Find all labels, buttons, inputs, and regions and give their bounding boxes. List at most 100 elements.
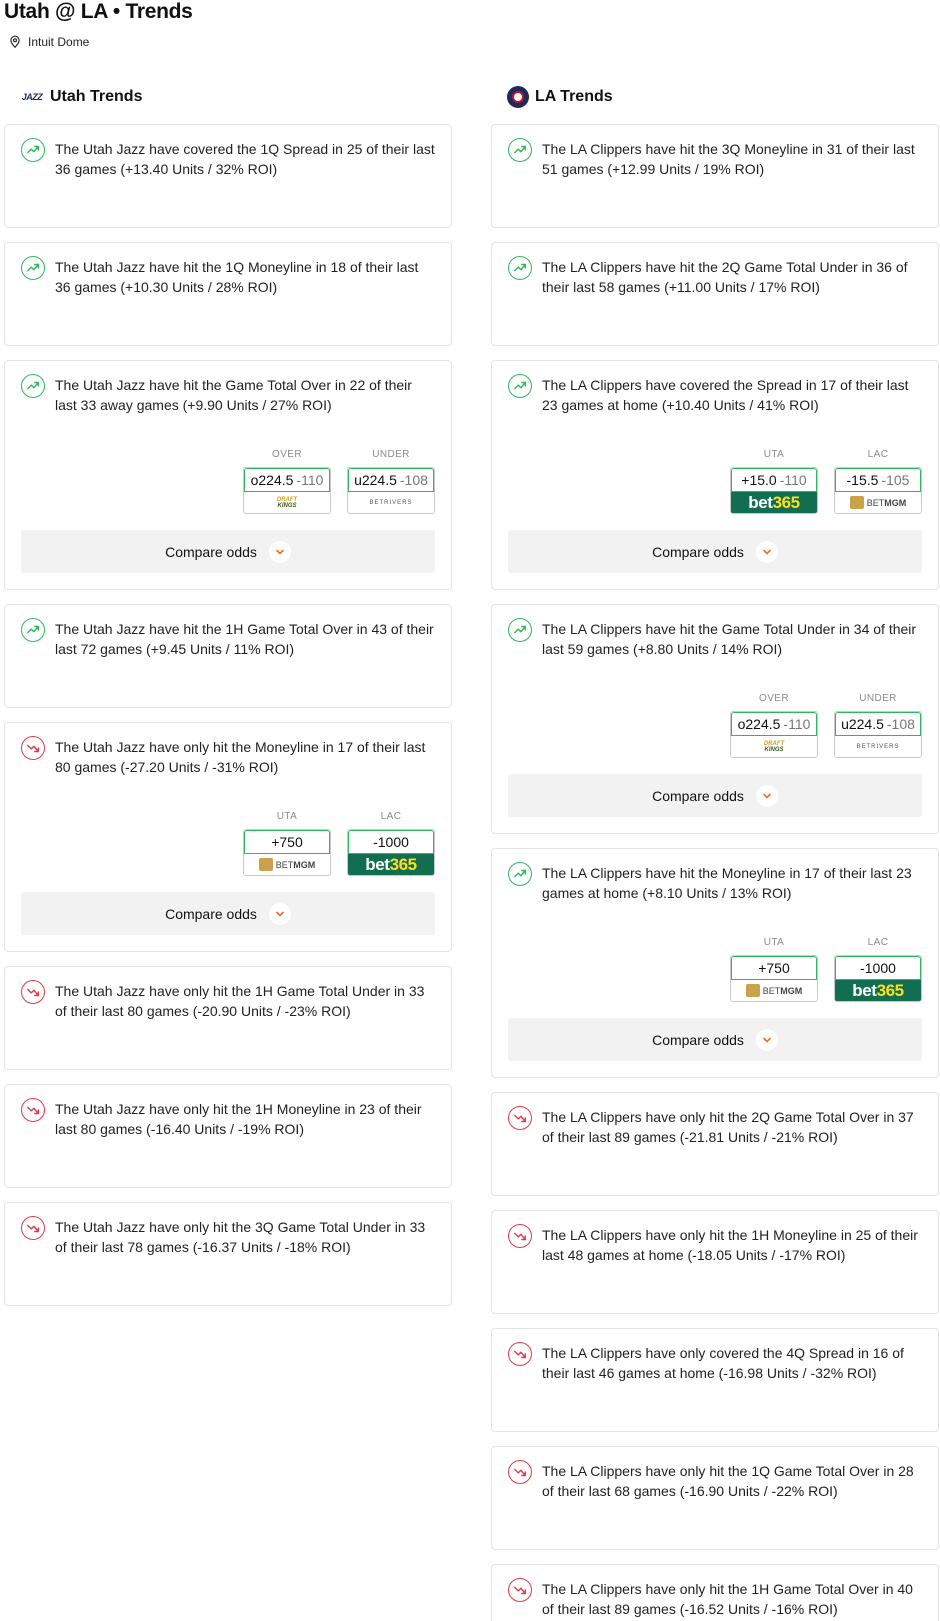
trend-down-icon bbox=[21, 736, 45, 760]
trend-text: The LA Clippers have hit the Moneyline i… bbox=[542, 865, 912, 901]
odds-line: u224.5 bbox=[841, 716, 884, 732]
trend-text: The LA Clippers have only hit the 1H Gam… bbox=[542, 1581, 913, 1617]
trend-row: The LA Clippers have hit the Game Total … bbox=[508, 618, 922, 659]
venue: Intuit Dome bbox=[8, 35, 89, 49]
chevron-down-icon bbox=[755, 784, 778, 807]
la-clippers-logo bbox=[507, 86, 529, 108]
odds-value: u224.5 -108 bbox=[835, 712, 921, 736]
odds-button[interactable]: o224.5 -110 DRAFT KINGS bbox=[730, 711, 818, 758]
la-trends-column: LA Trends The LA Clippers have hit the 3… bbox=[491, 84, 939, 1621]
trend-row: The Utah Jazz have hit the 1Q Moneyline … bbox=[21, 256, 435, 297]
chevron-down-icon bbox=[755, 540, 778, 563]
trend-card: The LA Clippers have only hit the 2Q Gam… bbox=[491, 1092, 939, 1196]
trend-text: The Utah Jazz have covered the 1Q Spread… bbox=[55, 141, 435, 177]
odds-price: -110 bbox=[783, 716, 811, 732]
odds-line: +15.0 bbox=[741, 472, 777, 488]
trend-down-icon bbox=[21, 1098, 45, 1122]
trend-down-icon bbox=[508, 1224, 532, 1248]
trend-card: The LA Clippers have only hit the 1H Mon… bbox=[491, 1210, 939, 1314]
odds-value: u224.5 -108 bbox=[348, 468, 434, 492]
trend-text: The Utah Jazz have hit the Game Total Ov… bbox=[55, 377, 412, 413]
compare-odds-button[interactable]: Compare odds bbox=[21, 530, 435, 573]
odds-area: UTA +15.0 -110 bet 365 LAC -15.5 -105 BETMGM bbox=[508, 449, 922, 514]
trend-text: The LA Clippers have only covered the 4Q… bbox=[542, 1345, 904, 1381]
trend-card: The Utah Jazz have hit the Game Total Ov… bbox=[4, 360, 452, 590]
odds-line: u224.5 bbox=[354, 472, 397, 488]
trend-up-icon bbox=[21, 374, 45, 398]
trend-card: The LA Clippers have only covered the 4Q… bbox=[491, 1328, 939, 1432]
odds-option: LAC -15.5 -105 BETMGM bbox=[834, 449, 922, 514]
odds-option: UTA +750 BETMGM bbox=[243, 811, 331, 876]
trend-down-icon bbox=[508, 1460, 532, 1484]
trend-text: The LA Clippers have hit the 2Q Game Tot… bbox=[542, 259, 908, 295]
odds-button[interactable]: -1000 bet 365 bbox=[347, 829, 435, 876]
odds-value: o224.5 -110 bbox=[731, 712, 817, 736]
trend-text: The Utah Jazz have hit the 1Q Moneyline … bbox=[55, 259, 419, 295]
sportsbook-logo: DRAFT KINGS bbox=[731, 736, 817, 757]
odds-label: UTA bbox=[763, 449, 785, 460]
trend-card: The LA Clippers have only hit the 1Q Gam… bbox=[491, 1446, 939, 1550]
trend-up-icon bbox=[21, 256, 45, 280]
trend-up-icon bbox=[21, 618, 45, 642]
sportsbook-logo: BETMGM bbox=[835, 492, 921, 513]
utah-trend-list: The Utah Jazz have covered the 1Q Spread… bbox=[4, 124, 452, 1306]
odds-button[interactable]: o224.5 -110 DRAFT KINGS bbox=[243, 467, 331, 514]
compare-odds-label: Compare odds bbox=[652, 787, 744, 804]
trend-down-icon bbox=[508, 1578, 532, 1602]
trend-text: The Utah Jazz have only hit the 1H Money… bbox=[55, 1101, 422, 1137]
sportsbook-logo: BETRIVERS bbox=[348, 492, 434, 513]
trend-text: The Utah Jazz have only hit the 3Q Game … bbox=[55, 1219, 426, 1255]
trend-text: The LA Clippers have covered the Spread … bbox=[542, 377, 909, 413]
odds-button[interactable]: +750 BETMGM bbox=[243, 829, 331, 876]
compare-odds-button[interactable]: Compare odds bbox=[508, 1018, 922, 1061]
sportsbook-logo: BETMGM bbox=[244, 854, 330, 875]
odds-line: -1000 bbox=[860, 960, 896, 976]
trend-card: The LA Clippers have hit the 3Q Moneylin… bbox=[491, 124, 939, 228]
odds-label: OVER bbox=[759, 693, 789, 704]
odds-line: +750 bbox=[271, 834, 303, 850]
odds-value: -1000 bbox=[348, 830, 434, 854]
trend-card: The LA Clippers have only hit the 1H Gam… bbox=[491, 1564, 939, 1621]
trend-card: The LA Clippers have hit the Moneyline i… bbox=[491, 848, 939, 1078]
trend-text: The LA Clippers have only hit the 2Q Gam… bbox=[542, 1109, 914, 1145]
compare-odds-button[interactable]: Compare odds bbox=[21, 892, 435, 935]
compare-odds-label: Compare odds bbox=[652, 543, 744, 560]
odds-price: -105 bbox=[881, 472, 910, 488]
trend-row: The Utah Jazz have only hit the 3Q Game … bbox=[21, 1216, 435, 1257]
compare-odds-button[interactable]: Compare odds bbox=[508, 530, 922, 573]
sportsbook-logo: bet 365 bbox=[348, 854, 434, 875]
odds-button[interactable]: +15.0 -110 bet 365 bbox=[730, 467, 818, 514]
trend-card: The Utah Jazz have only hit the 1H Game … bbox=[4, 966, 452, 1070]
trend-card: The Utah Jazz have covered the 1Q Spread… bbox=[4, 124, 452, 228]
odds-label: LAC bbox=[867, 449, 889, 460]
odds-button[interactable]: -15.5 -105 BETMGM bbox=[834, 467, 922, 514]
trend-row: The LA Clippers have only hit the 2Q Gam… bbox=[508, 1106, 922, 1147]
odds-label: UTA bbox=[276, 811, 298, 822]
trend-row: The LA Clippers have only hit the 1H Mon… bbox=[508, 1224, 922, 1265]
trend-row: The Utah Jazz have covered the 1Q Spread… bbox=[21, 138, 435, 179]
odds-button[interactable]: u224.5 -108 BETRIVERS bbox=[834, 711, 922, 758]
trend-text: The Utah Jazz have only hit the 1H Game … bbox=[55, 983, 425, 1019]
odds-button[interactable]: +750 BETMGM bbox=[730, 955, 818, 1002]
chevron-down-icon bbox=[755, 1028, 778, 1051]
trend-up-icon bbox=[508, 862, 532, 886]
trend-row: The Utah Jazz have hit the Game Total Ov… bbox=[21, 374, 435, 415]
odds-option: UNDER u224.5 -108 BETRIVERS bbox=[834, 693, 922, 758]
odds-price: -110 bbox=[779, 472, 807, 488]
odds-price: -108 bbox=[886, 716, 915, 732]
trend-text: The Utah Jazz have only hit the Moneylin… bbox=[55, 739, 426, 775]
odds-area: UTA +750 BETMGM LAC -1000 bet 365 bbox=[21, 811, 435, 876]
compare-odds-button[interactable]: Compare odds bbox=[508, 774, 922, 817]
chevron-down-icon bbox=[268, 540, 291, 563]
odds-button[interactable]: -1000 bet 365 bbox=[834, 955, 922, 1002]
trend-text: The LA Clippers have only hit the 1H Mon… bbox=[542, 1227, 918, 1263]
odds-price: -108 bbox=[399, 472, 428, 488]
odds-line: o224.5 bbox=[250, 472, 294, 488]
odds-label: LAC bbox=[380, 811, 402, 822]
odds-button[interactable]: u224.5 -108 BETRIVERS bbox=[347, 467, 435, 514]
trend-card: The Utah Jazz have only hit the 1H Money… bbox=[4, 1084, 452, 1188]
trend-row: The Utah Jazz have only hit the Moneylin… bbox=[21, 736, 435, 777]
trend-up-icon bbox=[21, 138, 45, 162]
trend-row: The LA Clippers have covered the Spread … bbox=[508, 374, 922, 415]
odds-area: OVER o224.5 -110 DRAFT KINGS UNDER u224.5 -108 B… bbox=[508, 693, 922, 758]
